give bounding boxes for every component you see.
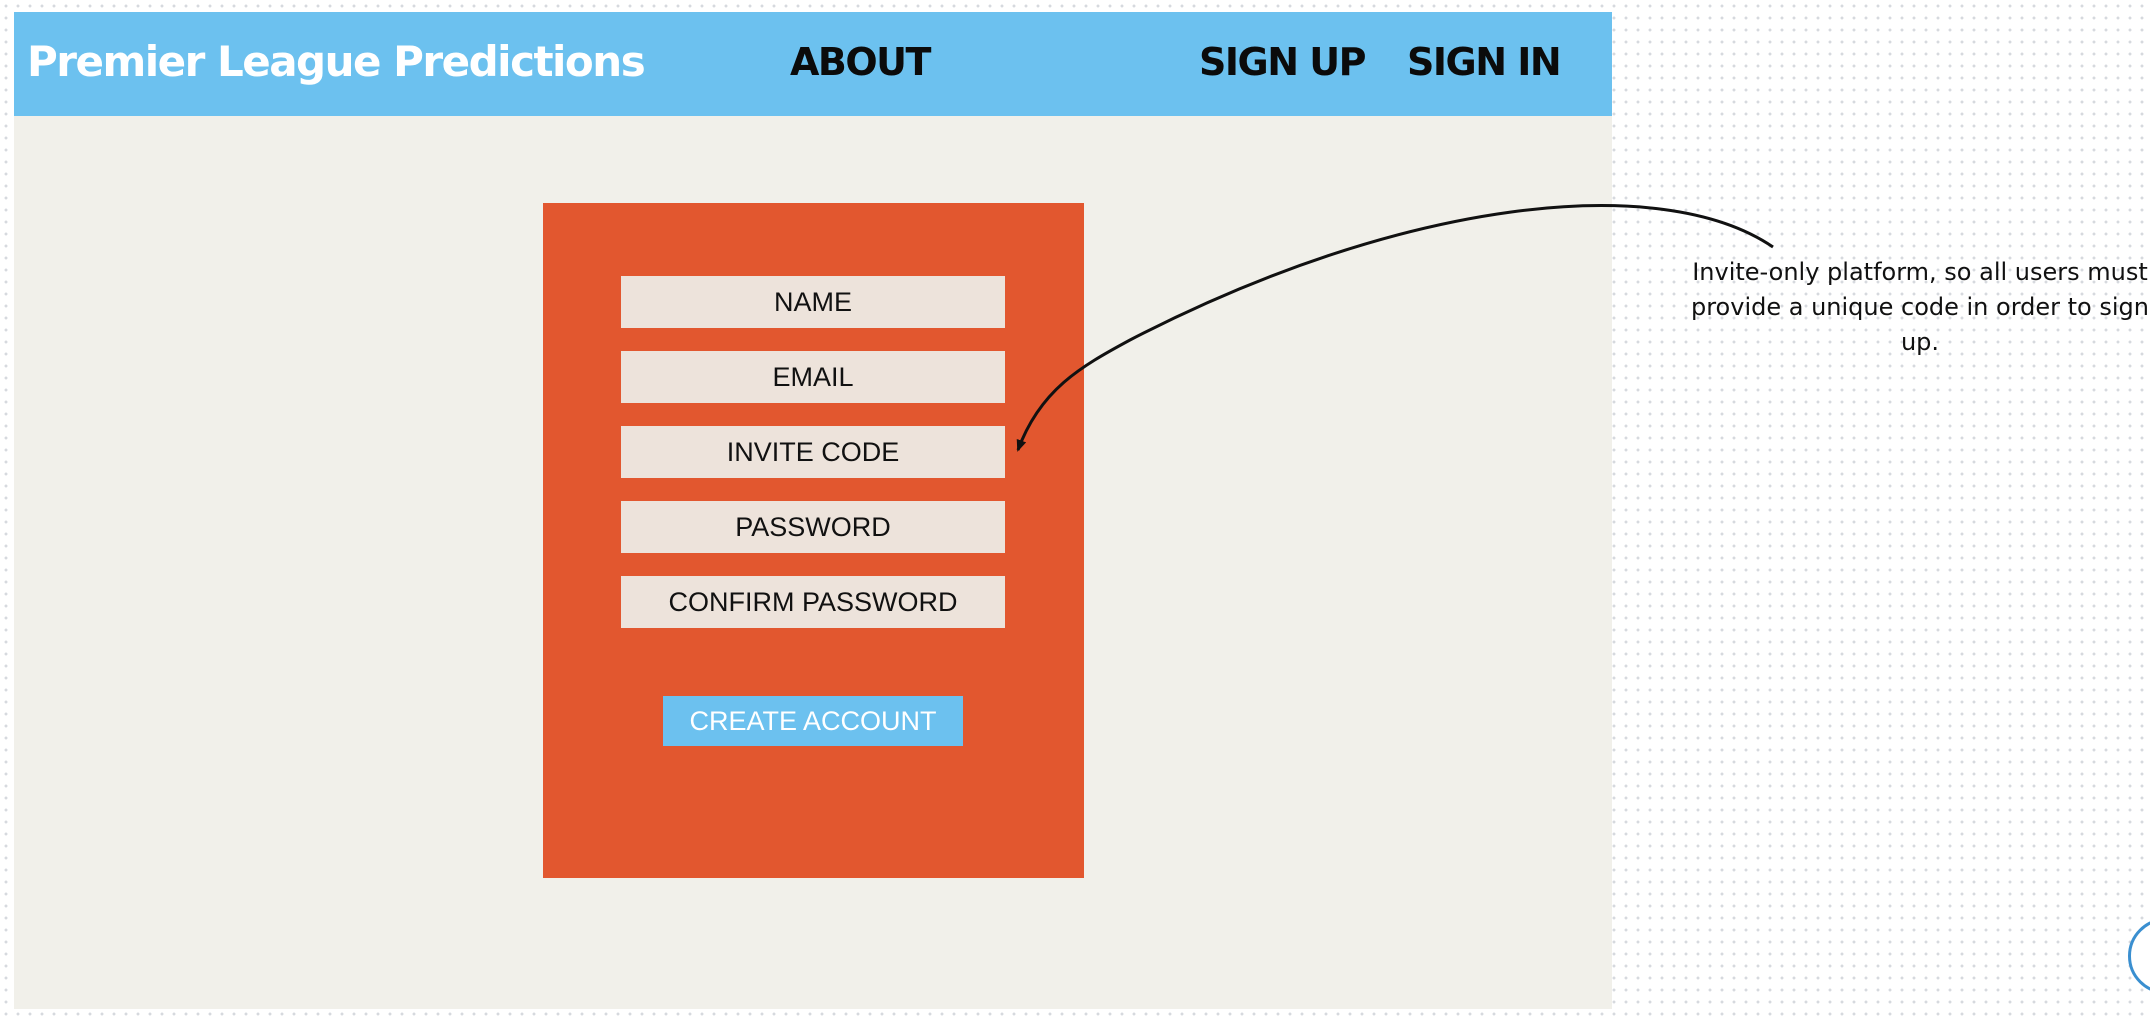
annotation-note: Invite-only platform, so all users must …	[1690, 258, 2149, 356]
signup-card: NAME EMAIL INVITE CODE PASSWORD CONFIRM …	[543, 203, 1084, 878]
brand-title[interactable]: Premier League Predictions	[27, 12, 646, 116]
nav-sign-in-link[interactable]: SIGN IN	[1407, 12, 1562, 116]
invite-code-field[interactable]: INVITE CODE	[621, 426, 1005, 478]
name-field[interactable]: NAME	[621, 276, 1005, 328]
nav-about-link[interactable]: ABOUT	[790, 12, 931, 116]
email-field[interactable]: EMAIL	[621, 351, 1005, 403]
navbar: Premier League Predictions ABOUT SIGN UP…	[14, 12, 1612, 116]
help-widget-icon[interactable]	[2128, 918, 2150, 994]
password-field[interactable]: PASSWORD	[621, 501, 1005, 553]
create-account-button[interactable]: CREATE ACCOUNT	[663, 696, 963, 746]
nav-sign-up-link[interactable]: SIGN UP	[1199, 12, 1366, 116]
confirm-password-field[interactable]: CONFIRM PASSWORD	[621, 576, 1005, 628]
mockup-frame: Premier League Predictions ABOUT SIGN UP…	[14, 12, 1612, 1009]
